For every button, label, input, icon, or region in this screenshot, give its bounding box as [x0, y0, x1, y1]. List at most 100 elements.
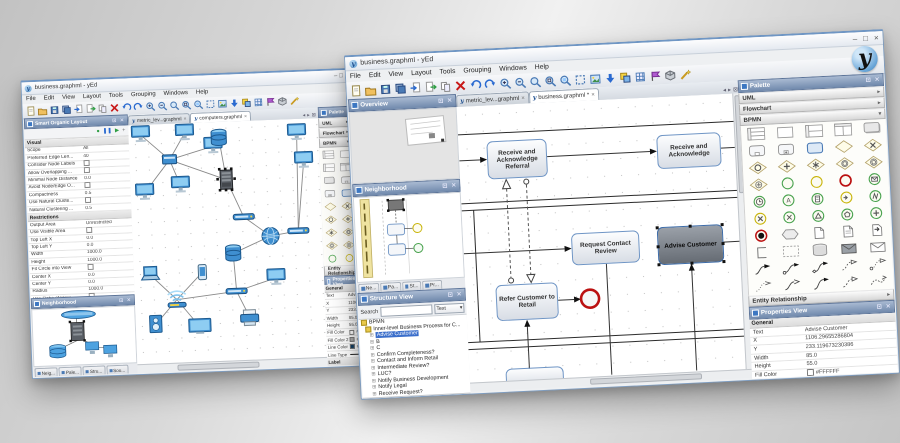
toolbar-save-as-icon[interactable] [60, 104, 71, 115]
palette-item-event-signal[interactable]: A [773, 191, 803, 209]
palette-item-edge-wave[interactable] [864, 272, 894, 290]
bpmn-node[interactable]: Receive and Acknowledge Referral [486, 139, 548, 180]
toolbar-image-icon[interactable] [588, 71, 603, 86]
toolbar-wand-icon[interactable] [288, 95, 299, 106]
network-node-monitor[interactable] [175, 124, 194, 141]
network-node-db[interactable] [211, 129, 227, 146]
palette-item-event-arrow[interactable] [831, 188, 861, 206]
palette-item-rrect-shadow[interactable] [857, 119, 887, 137]
dock-tab[interactable]: Pa... [380, 282, 401, 292]
palette-item-gateway-ring[interactable] [322, 212, 339, 226]
menu-help[interactable]: Help [531, 63, 553, 71]
palette-item-event-triangle[interactable] [803, 207, 833, 225]
palette-item-edge-dashtri[interactable] [835, 273, 865, 291]
toolbar-fit-rect-icon[interactable] [204, 99, 215, 110]
close-button[interactable]: × [874, 33, 879, 42]
minimize-button[interactable]: – [334, 73, 338, 79]
toolbar-zoom-fit-icon[interactable] [192, 99, 203, 110]
toolbar-open-icon[interactable] [36, 105, 47, 116]
back-palette-section-entity[interactable]: Entity Relationship▸ [324, 265, 358, 276]
palette-item-pool-2lanes[interactable] [320, 160, 337, 174]
dock-tab[interactable]: Stru... [83, 365, 106, 375]
palette-item-gateway-star[interactable] [322, 225, 339, 239]
palette-item-edge-curve[interactable] [806, 275, 836, 293]
palette-item-event-message[interactable] [859, 170, 889, 188]
close-tab-icon[interactable]: × [183, 116, 186, 122]
dock-tab[interactable]: Neig... [34, 367, 58, 377]
palette-item-pool-lanes[interactable] [319, 147, 336, 161]
network-node-speaker[interactable] [150, 315, 163, 332]
network-node-hub[interactable] [162, 155, 176, 165]
palette-item-task-active[interactable] [800, 139, 830, 157]
bpmn-node[interactable]: Refer Customer to Retail [495, 282, 559, 321]
toolbar-export-icon[interactable] [84, 103, 95, 114]
network-node-tv[interactable] [189, 318, 212, 334]
selection-handle[interactable] [657, 245, 660, 248]
menu-file[interactable]: File [22, 96, 40, 103]
maximize-button[interactable]: □ [863, 34, 868, 43]
close-tab-icon[interactable]: × [591, 92, 595, 98]
setting-value[interactable]: 0.0 [88, 278, 134, 285]
checkbox[interactable] [84, 182, 90, 188]
bpmn-node[interactable]: Receive and Acknowledge [656, 132, 722, 169]
close-tab-icon[interactable]: × [244, 113, 247, 119]
filter-dropdown[interactable]: Text ▾ [434, 302, 464, 313]
palette-item-hexagon[interactable] [775, 225, 805, 243]
toolbar-flag-icon[interactable] [648, 68, 663, 83]
palette-item-event-zigzag[interactable] [860, 187, 890, 205]
toolbar-copy-icon[interactable] [96, 103, 107, 114]
palette-item-gateway-plus[interactable] [771, 157, 801, 175]
more-icon[interactable]: + [122, 127, 125, 133]
toolbar-zoom-out-icon[interactable] [156, 100, 167, 111]
palette-item-gateway-double[interactable] [323, 238, 340, 252]
palette-item-pool-cols[interactable] [828, 120, 858, 138]
selection-handle[interactable] [721, 242, 724, 245]
toolbar-save-icon[interactable] [48, 105, 59, 116]
close-tab-icon[interactable]: × [521, 95, 525, 101]
palette-item-envelope-dark[interactable] [834, 239, 864, 257]
palette-item-event-pentagon[interactable] [832, 205, 862, 223]
palette-item-page-arrow[interactable] [862, 221, 892, 239]
palette-item-pool-lanes[interactable] [741, 125, 771, 143]
toolbar-cube-icon[interactable] [276, 96, 287, 107]
palette-item-rrect-shadow[interactable] [320, 173, 337, 187]
palette-item-edge-dotted[interactable] [748, 277, 778, 295]
front-neighborhood-preview[interactable] [353, 192, 465, 283]
toolbar-undo-icon[interactable] [468, 77, 483, 92]
palette-item-page[interactable] [804, 224, 834, 242]
toolbar-save-icon[interactable] [378, 82, 393, 97]
panel-buttons[interactable]: ⊡ ✕ [877, 303, 892, 311]
dock-tab[interactable]: Pale... [59, 366, 82, 376]
palette-item-event-yellow[interactable] [801, 173, 831, 191]
setting-value[interactable]: 0.5 [85, 204, 131, 211]
toolbar-grid-icon[interactable] [633, 69, 648, 84]
menu-layout[interactable]: Layout [79, 93, 105, 100]
network-node-monitor[interactable] [171, 176, 190, 193]
selection-handle[interactable] [657, 263, 660, 266]
dock-tab[interactable]: St... [402, 281, 422, 291]
toolbar-delete-icon[interactable] [453, 78, 468, 93]
network-node-phone[interactable] [198, 264, 207, 279]
palette-item-pool-2lanes[interactable] [799, 122, 829, 140]
toolbar-zoom-out-icon[interactable] [513, 75, 528, 90]
network-node-monitor[interactable] [267, 268, 286, 285]
search-input[interactable] [380, 304, 433, 317]
selection-handle[interactable] [690, 262, 693, 265]
palette-item-gateway-x[interactable] [858, 136, 888, 154]
reload-settings-icon[interactable]: ● [96, 128, 100, 134]
menu-view[interactable]: View [58, 94, 79, 101]
palette-item-event-timer[interactable] [744, 193, 774, 211]
menu-tools[interactable]: Tools [105, 92, 127, 99]
palette-item-event-x[interactable] [745, 210, 775, 228]
toolbar-new-icon[interactable] [348, 83, 363, 98]
palette-item-gateway[interactable] [321, 199, 338, 213]
toolbar-cube-icon[interactable] [663, 68, 678, 83]
palette-item-task[interactable] [742, 142, 772, 160]
toolbar-flag-icon[interactable] [264, 96, 275, 107]
toolbar-snap-icon[interactable] [618, 70, 633, 85]
dock-tab[interactable]: Ne... [358, 283, 379, 293]
palette-item-event-end[interactable] [830, 171, 860, 189]
network-node-switch[interactable] [233, 214, 254, 220]
setting-value[interactable]: 0.0 [88, 271, 134, 278]
minimize-button[interactable]: – [853, 34, 858, 43]
